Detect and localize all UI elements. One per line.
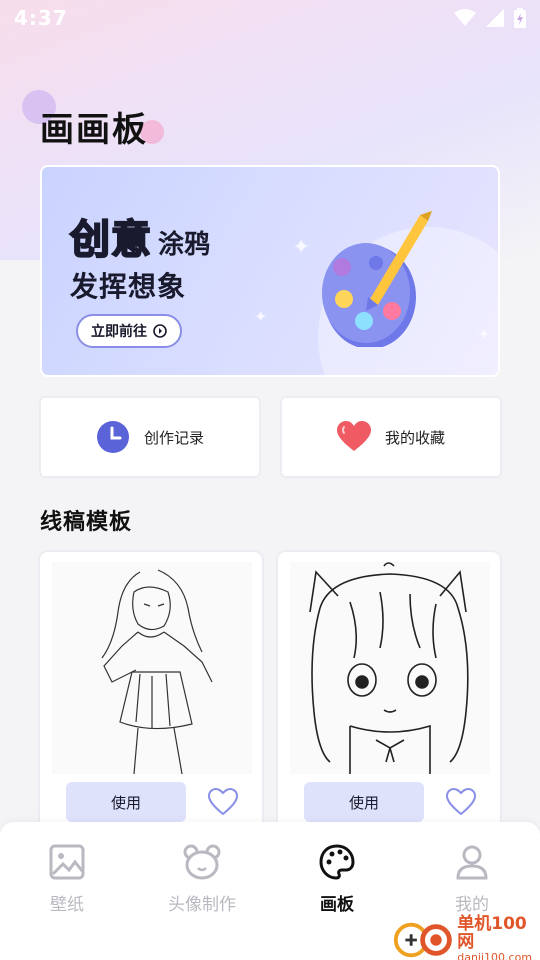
template-card[interactable]: 使用	[38, 550, 264, 840]
my-favorites-label: 我的收藏	[384, 428, 445, 447]
tab-profile[interactable]: 我的	[412, 844, 532, 915]
status-bar: 4:37	[0, 0, 540, 36]
wifi-icon	[454, 9, 476, 26]
tab-wallpaper[interactable]: 壁纸	[7, 844, 127, 915]
palette-icon	[319, 844, 355, 880]
watermark-logo-icon	[393, 922, 452, 957]
template-sketch-image	[52, 562, 252, 774]
go-now-button[interactable]: 立即前往	[76, 314, 182, 348]
battery-icon	[514, 8, 526, 28]
bear-icon	[183, 844, 221, 880]
arrow-circle-icon	[153, 324, 167, 338]
banner-subheadline: 发挥想象	[70, 270, 187, 303]
favorite-heart-icon[interactable]	[446, 788, 476, 816]
clock-icon	[96, 421, 129, 453]
favorite-heart-icon[interactable]	[208, 788, 238, 816]
heart-icon	[336, 421, 371, 451]
tab-avatar-maker-label: 头像制作	[168, 895, 236, 915]
tab-drawing-board[interactable]: 画板	[277, 844, 397, 915]
templates-section-title: 线稿模板	[40, 510, 133, 535]
banner-headline-big: 创意	[69, 216, 152, 264]
tab-drawing-board-label: 画板	[320, 895, 354, 915]
promo-banner[interactable]: ✦ ✦ ✦ 创意 涂鸦 发挥想象 立即前往	[40, 165, 500, 377]
tab-wallpaper-label: 壁纸	[50, 895, 84, 915]
my-favorites-card[interactable]: 我的收藏	[280, 396, 502, 478]
signal-icon	[486, 9, 504, 27]
sparkle-icon: ✦	[292, 235, 311, 260]
use-template-button[interactable]: 使用	[304, 782, 424, 822]
watermark-url: danji100.com	[457, 950, 533, 960]
status-icons	[454, 8, 526, 28]
template-sketch-image	[290, 562, 490, 774]
site-watermark: 单机100网 danji100.com	[392, 914, 540, 960]
creation-history-card[interactable]: 创作记录	[39, 396, 261, 478]
page-title: 画画板	[40, 110, 148, 150]
template-card[interactable]: 使用	[276, 550, 502, 840]
creation-history-label: 创作记录	[143, 428, 204, 447]
sparkle-icon: ✦	[254, 307, 268, 326]
banner-headline: 创意 涂鸦	[69, 207, 211, 265]
palette-illustration-icon	[322, 211, 432, 347]
go-now-label: 立即前往	[91, 324, 147, 340]
status-time: 4:37	[14, 6, 68, 30]
tab-profile-label: 我的	[455, 895, 489, 915]
banner-headline-small: 涂鸦	[158, 230, 211, 260]
use-template-button[interactable]: 使用	[66, 782, 186, 822]
image-icon	[49, 844, 85, 880]
person-icon	[456, 845, 488, 880]
watermark-text: 单机100网	[457, 914, 527, 952]
sparkle-icon: ✦	[478, 327, 490, 343]
tab-avatar-maker[interactable]: 头像制作	[142, 844, 262, 915]
